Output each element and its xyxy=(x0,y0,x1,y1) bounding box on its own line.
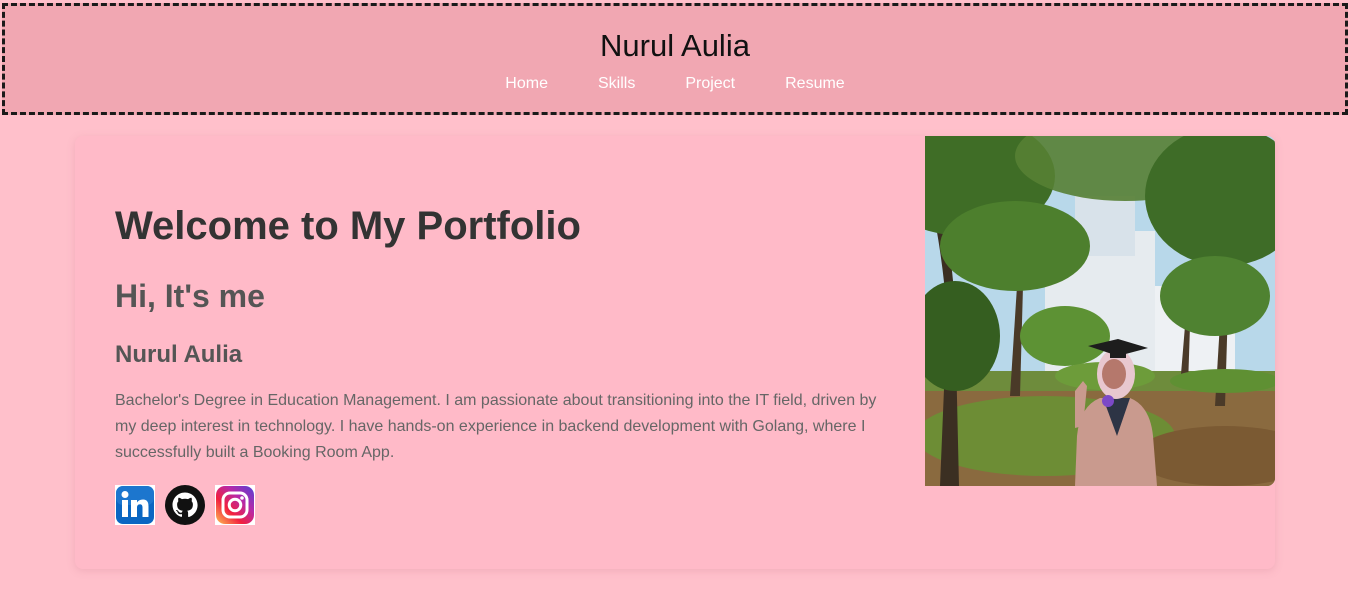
hero-greeting: Hi, It's me xyxy=(115,278,265,314)
social-links xyxy=(115,485,255,525)
hero-bio: Bachelor's Degree in Education Managemen… xyxy=(115,392,877,461)
nav-project[interactable]: Project xyxy=(685,75,735,93)
github-icon[interactable] xyxy=(165,485,205,525)
instagram-icon[interactable] xyxy=(215,485,255,525)
site-header: Nurul Aulia Home Skills Project Resume xyxy=(2,3,1348,115)
nav-home[interactable]: Home xyxy=(505,75,548,93)
hero-name: Nurul Aulia xyxy=(115,341,243,368)
hero-heading: Welcome to My Portfolio xyxy=(115,204,581,248)
main-nav: Home Skills Project Resume xyxy=(5,75,1345,93)
hero-card: Welcome to My Portfolio Hi, It's me Nuru… xyxy=(75,136,1275,569)
linkedin-icon[interactable] xyxy=(115,485,155,525)
nav-resume[interactable]: Resume xyxy=(785,75,845,93)
profile-photo xyxy=(925,136,1275,486)
nav-skills[interactable]: Skills xyxy=(598,75,635,93)
site-title: Nurul Aulia xyxy=(600,28,750,63)
